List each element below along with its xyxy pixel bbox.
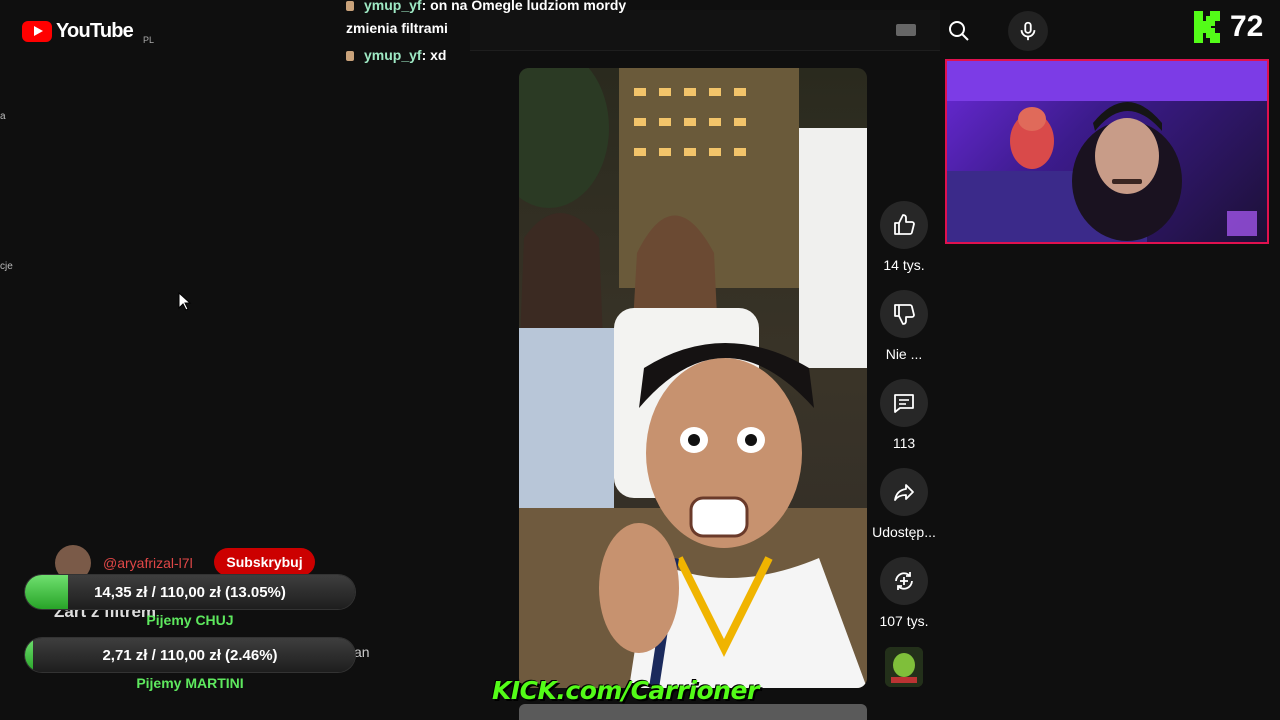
chat-separator: : — [421, 0, 431, 13]
chat-badge-icon — [346, 51, 354, 62]
sidebar-item-fragment[interactable]: cje — [0, 261, 13, 272]
keyboard-icon[interactable] — [896, 24, 916, 36]
search-icon — [949, 21, 969, 41]
donation-goal-bar: 14,35 zł / 110,00 zł (13.05%) — [25, 575, 355, 609]
chat-message: ymup_yf: on na Omegle ludziom mordy — [346, 0, 626, 13]
share-button[interactable]: Udostęp... — [872, 468, 936, 540]
search-bar[interactable] — [470, 10, 940, 51]
voice-search-button[interactable] — [1008, 11, 1048, 51]
comments-button-circle[interactable] — [880, 379, 928, 427]
chat-text: on na Omegle ludziom mordy — [430, 0, 627, 13]
chat-username: ymup_yf — [364, 47, 422, 63]
comment-count: 113 — [892, 435, 916, 451]
chat-username: ymup_yf — [364, 0, 422, 13]
remix-count: 107 tys. — [879, 613, 929, 629]
goal-label: Pijemy CHUJ — [146, 612, 234, 628]
chat-separator: : — [421, 47, 431, 63]
goal-label: Pijemy MARTINI — [136, 675, 244, 691]
thumb-up-icon — [894, 214, 915, 235]
webcam-feed-image — [947, 61, 1267, 242]
like-count: 14 tys. — [883, 257, 925, 273]
donation-goal-bar: 2,71 zł / 110,00 zł (2.46%) — [25, 638, 355, 672]
viewer-count: 72 — [1230, 10, 1264, 43]
microphone-icon — [1020, 21, 1036, 41]
search-button[interactable] — [938, 11, 980, 51]
dislike-label: Nie ... — [885, 346, 923, 362]
sound-thumbnail[interactable] — [885, 647, 923, 687]
remix-button[interactable]: 107 tys. — [872, 557, 936, 629]
chat-badge-icon — [346, 1, 354, 12]
share-label: Udostęp... — [872, 524, 936, 540]
kick-channel-banner: KICK.com/Carrioner — [492, 676, 759, 705]
chat-text: zmienia filtrami — [346, 20, 448, 36]
video-frame-image — [519, 68, 867, 688]
kick-viewer-counter: 72 — [1194, 10, 1263, 44]
next-video-peek[interactable] — [519, 704, 867, 720]
share-button-circle[interactable] — [880, 468, 928, 516]
streamer-webcam — [945, 59, 1269, 244]
youtube-wordmark: YouTube — [56, 20, 134, 42]
dislike-button[interactable]: Nie ... — [872, 290, 936, 362]
region-code: PL — [143, 35, 155, 45]
kick-logo-icon — [1194, 11, 1220, 43]
chat-message: ymup_yf: xd — [346, 47, 446, 63]
video-description-fragment: an — [354, 644, 370, 660]
like-button-circle[interactable] — [880, 201, 928, 249]
thumb-down-icon — [894, 304, 915, 325]
goal-progress-text: 2,71 zł / 110,00 zł (2.46%) — [102, 646, 278, 664]
short-video-player[interactable] — [519, 68, 867, 688]
youtube-logo[interactable]: YouTube PL — [22, 20, 154, 45]
youtube-play-icon — [22, 21, 52, 42]
remix-icon — [895, 572, 913, 590]
comments-button[interactable]: 113 — [872, 379, 936, 451]
channel-handle[interactable]: @aryafrizal-l7l — [103, 555, 193, 571]
like-button[interactable]: 14 tys. — [872, 201, 936, 273]
sidebar-item-fragment[interactable]: a — [0, 111, 6, 122]
dislike-button-circle[interactable] — [880, 290, 928, 338]
comment-icon — [894, 394, 914, 413]
chat-message: zmienia filtrami — [346, 20, 448, 36]
sound-thumbnail-image — [885, 647, 923, 687]
subscribe-button[interactable]: Subskrybuj — [214, 548, 315, 576]
goal-progress-text: 14,35 zł / 110,00 zł (13.05%) — [94, 583, 286, 601]
mouse-cursor-icon — [178, 292, 192, 311]
chat-text: xd — [430, 47, 447, 63]
remix-button-circle[interactable] — [880, 557, 928, 605]
share-icon — [894, 484, 914, 501]
